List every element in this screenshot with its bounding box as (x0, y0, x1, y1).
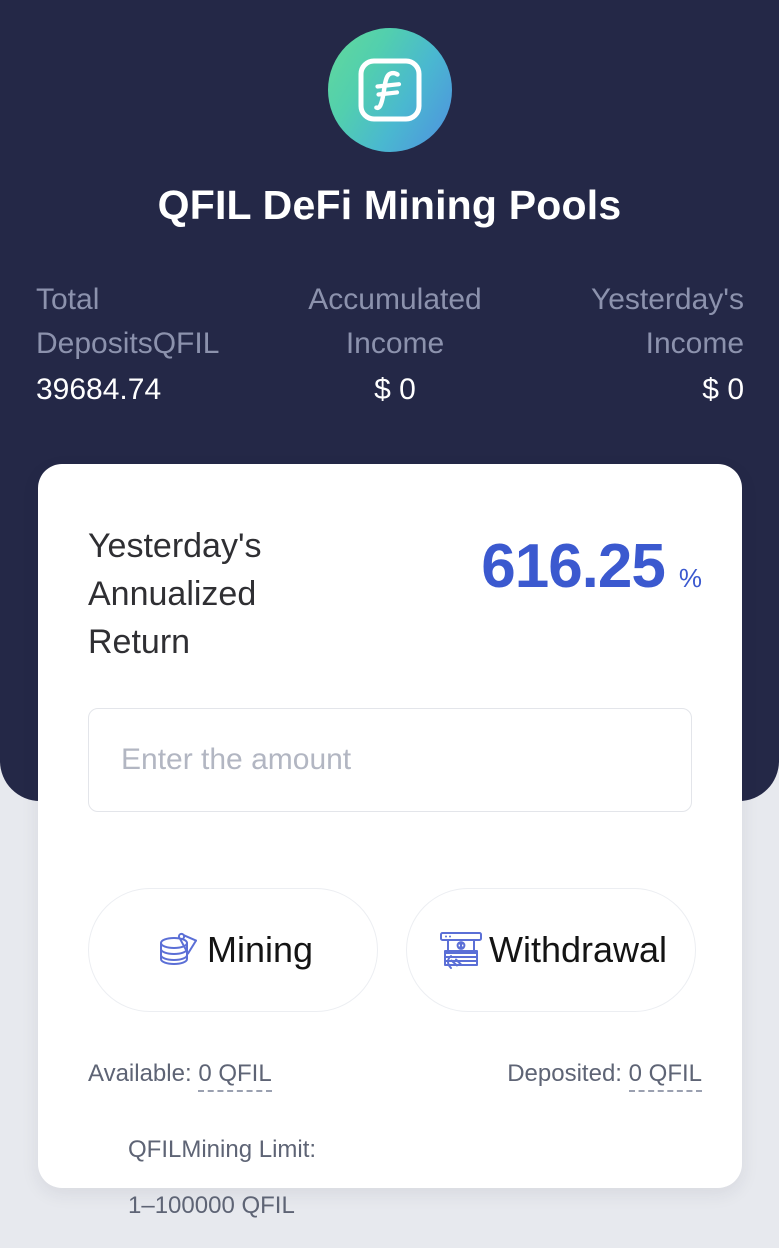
mining-limit-label: QFILMining Limit: (128, 1136, 317, 1163)
annualized-return-value: 616.25 (481, 532, 666, 601)
available-value: 0 QFIL (198, 1060, 272, 1092)
stat-total-deposits: Total DepositsQFIL 39684.74 (36, 278, 279, 408)
withdrawal-button[interactable]: Withdrawal (406, 888, 696, 1012)
annualized-return-row: Yesterday's Annualized Return 616.25 % (88, 522, 702, 666)
mining-pickaxe-icon (153, 924, 205, 976)
annualized-return-unit: % (678, 563, 702, 593)
logo-container (0, 28, 779, 152)
withdrawal-button-label: Withdrawal (488, 929, 668, 970)
annualized-return-label: Yesterday's Annualized Return (88, 527, 262, 661)
stats-row: Total DepositsQFIL 39684.74 Accumulated … (36, 278, 744, 408)
app-screen: QFIL DeFi Mining Pools Total DepositsQFI… (0, 0, 779, 1219)
mining-button[interactable]: Mining (88, 888, 378, 1012)
available-balance: Available: 0 QFIL (88, 1060, 272, 1092)
stat-label: Accumulated Income (308, 283, 482, 360)
atm-cash-icon (435, 924, 487, 976)
stat-value: $ 0 (374, 373, 416, 406)
amount-input[interactable] (88, 708, 692, 812)
stat-accumulated-income: Accumulated Income $ 0 (279, 278, 512, 408)
annualized-return-value-group: 616.25 % (481, 522, 702, 598)
deposited-value: 0 QFIL (628, 1060, 702, 1092)
deposited-balance: Deposited: 0 QFIL (507, 1060, 702, 1092)
stat-value: 39684.74 (36, 373, 162, 406)
available-label: Available: (88, 1060, 192, 1087)
balances-row: Available: 0 QFIL Deposited: 0 QFIL (88, 1060, 702, 1092)
stat-yesterdays-income: Yesterday's Income $ 0 (511, 278, 744, 408)
page-title: QFIL DeFi Mining Pools (157, 182, 622, 228)
action-buttons: Mining Withdrawal (88, 888, 696, 1012)
stat-label: Yesterday's Income (590, 283, 745, 360)
mining-card: Yesterday's Annualized Return 616.25 % E… (38, 464, 742, 1219)
filecoin-logo-icon (327, 28, 452, 152)
deposited-label: Deposited: (507, 1060, 622, 1087)
mining-limit-value: 1–100000 QFIL (128, 1192, 295, 1219)
stat-label: Total DepositsQFIL (36, 283, 220, 360)
mining-button-label: Mining (206, 929, 314, 970)
mining-limit-row: QFILMining Limit: 1–100000 QFIL (88, 1108, 316, 1248)
stat-value: $ 0 (702, 373, 745, 406)
